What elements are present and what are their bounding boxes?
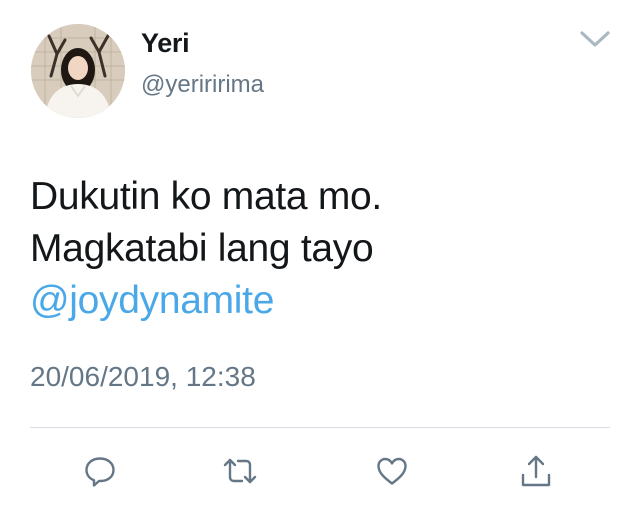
chevron-down-icon[interactable]	[579, 29, 611, 49]
share-button[interactable]	[516, 451, 556, 491]
avatar[interactable]	[31, 24, 125, 118]
like-button[interactable]	[372, 451, 412, 491]
divider	[30, 427, 610, 428]
avatar-photo	[31, 24, 125, 118]
retweet-button[interactable]	[220, 451, 260, 491]
author-handle[interactable]: @yeriririma	[141, 73, 264, 97]
tweet-timestamp[interactable]: 20/06/2019, 12:38	[30, 363, 256, 391]
tweet-text-line: Magkatabi lang tayo	[30, 227, 374, 270]
reply-icon	[85, 457, 115, 487]
tweet-text-line: Dukutin ko mata mo.	[30, 175, 382, 218]
share-icon	[521, 455, 551, 487]
reply-button[interactable]	[80, 451, 120, 491]
tweet-text: Dukutin ko mata mo. Magkatabi lang tayo …	[30, 171, 382, 327]
retweet-icon	[223, 458, 257, 484]
mention-link[interactable]: @joydynamite	[30, 275, 382, 327]
author-display-name[interactable]: Yeri	[141, 30, 190, 57]
heart-icon	[377, 457, 407, 485]
